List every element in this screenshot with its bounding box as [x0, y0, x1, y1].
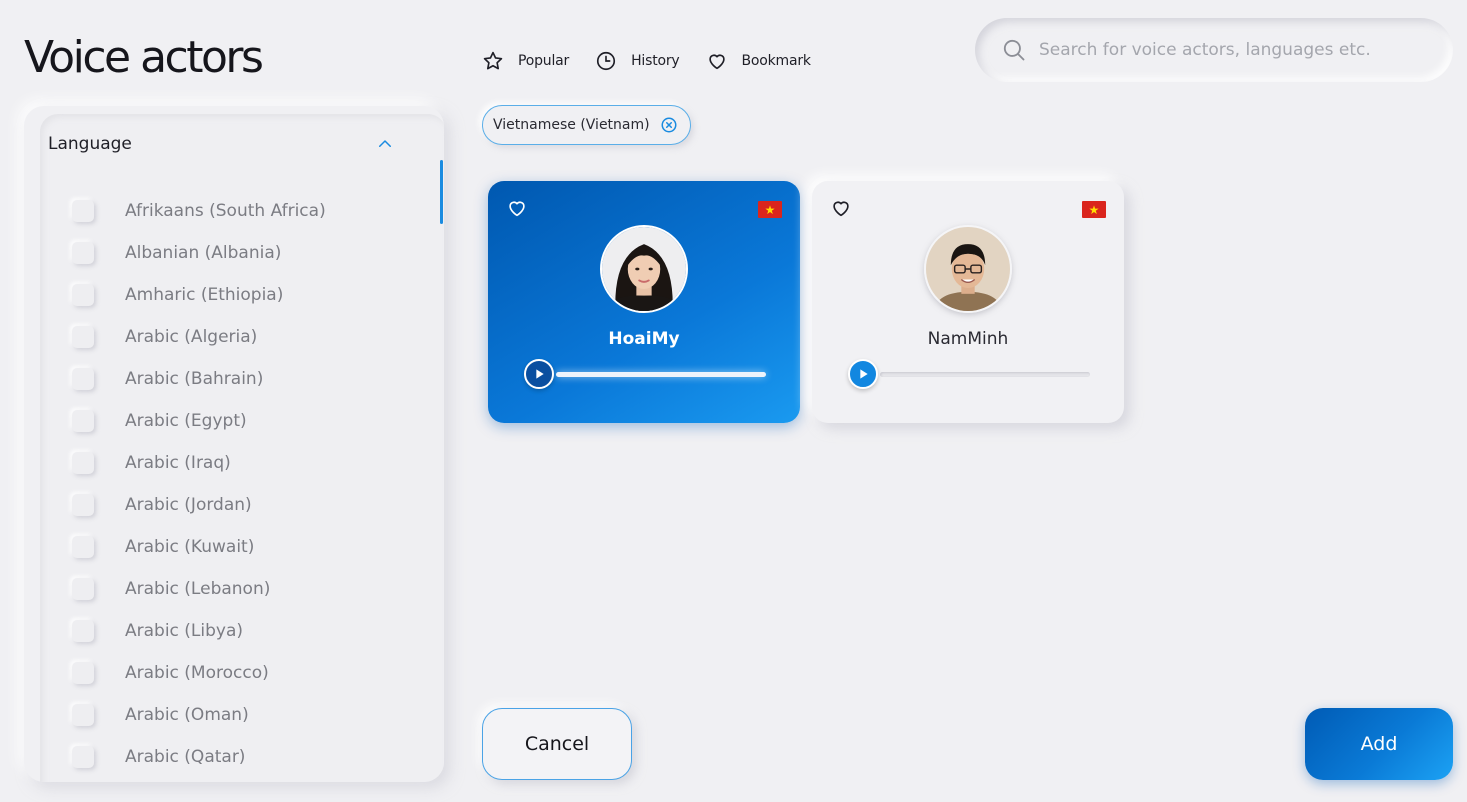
chevron-up-icon[interactable] — [376, 135, 394, 153]
actor-card-hoaimy[interactable]: ★ HoaiMy — [488, 181, 800, 423]
play-button[interactable] — [848, 359, 878, 389]
search-box[interactable] — [975, 18, 1453, 82]
language-checkbox[interactable] — [72, 746, 94, 768]
language-option[interactable]: Arabic (Oman) — [72, 694, 326, 736]
language-option[interactable]: Arabic (Kuwait) — [72, 526, 326, 568]
language-checkbox[interactable] — [72, 368, 94, 390]
language-section-title: Language — [48, 134, 132, 154]
actor-name: HoaiMy — [608, 329, 680, 349]
language-option[interactable]: Arabic (Jordan) — [72, 484, 326, 526]
language-label: Arabic (Qatar) — [125, 747, 246, 767]
audio-player — [848, 359, 1090, 389]
language-option[interactable]: Arabic (Iraq) — [72, 442, 326, 484]
audio-progress-track[interactable] — [556, 371, 766, 377]
language-label: Arabic (Bahrain) — [125, 369, 264, 389]
add-button[interactable]: Add — [1305, 708, 1453, 780]
language-label: Arabic (Morocco) — [125, 663, 269, 683]
audio-player — [524, 359, 766, 389]
language-option[interactable]: Arabic (Algeria) — [72, 316, 326, 358]
language-checkbox[interactable] — [72, 536, 94, 558]
filter-chip-label: Vietnamese (Vietnam) — [493, 117, 650, 133]
language-label: Arabic (Oman) — [125, 705, 249, 725]
language-checkbox[interactable] — [72, 326, 94, 348]
language-option[interactable]: Afrikaans (South Africa) — [72, 190, 326, 232]
language-checkbox[interactable] — [72, 284, 94, 306]
heart-icon — [708, 54, 725, 70]
language-label: Arabic (Egypt) — [125, 411, 247, 431]
top-tabs: Popular History Bookmark — [482, 50, 837, 72]
tab-history[interactable]: History — [595, 50, 680, 72]
audio-progress-track[interactable] — [880, 371, 1090, 377]
tab-history-label: History — [631, 53, 680, 69]
language-checkbox[interactable] — [72, 662, 94, 684]
bookmark-heart-icon[interactable] — [506, 197, 528, 219]
language-option[interactable]: Arabic (Lebanon) — [72, 568, 326, 610]
language-label: Arabic (Lebanon) — [125, 579, 271, 599]
vietnam-flag-icon: ★ — [758, 201, 782, 218]
clock-icon — [597, 51, 616, 71]
tab-bookmark[interactable]: Bookmark — [706, 50, 811, 72]
actor-card-namminh[interactable]: ★ NamMinh — [812, 181, 1124, 423]
search-icon — [1003, 39, 1025, 61]
avatar — [924, 225, 1012, 313]
tab-popular-label: Popular — [518, 53, 570, 69]
language-checkbox[interactable] — [72, 494, 94, 516]
avatar — [600, 225, 688, 313]
language-label: Afrikaans (South Africa) — [125, 201, 326, 221]
language-label: Arabic (Iraq) — [125, 453, 231, 473]
sidebar-scrollbar[interactable] — [440, 160, 443, 224]
language-option[interactable]: Amharic (Ethiopia) — [72, 274, 326, 316]
language-checkbox[interactable] — [72, 452, 94, 474]
language-label: Arabic (Libya) — [125, 621, 244, 641]
play-icon — [536, 369, 544, 379]
language-label: Amharic (Ethiopia) — [125, 285, 284, 305]
play-button[interactable] — [524, 359, 554, 389]
language-checkbox[interactable] — [72, 410, 94, 432]
remove-filter-icon[interactable] — [660, 116, 678, 134]
play-icon — [860, 369, 868, 379]
tab-bookmark-label: Bookmark — [741, 53, 812, 69]
language-checkbox[interactable] — [72, 200, 94, 222]
language-list: Afrikaans (South Africa) Albanian (Alban… — [72, 190, 326, 778]
language-option[interactable]: Arabic (Qatar) — [72, 736, 326, 778]
actor-name: NamMinh — [927, 329, 1009, 349]
language-checkbox[interactable] — [72, 704, 94, 726]
bookmark-heart-icon[interactable] — [830, 197, 852, 219]
language-option[interactable]: Arabic (Egypt) — [72, 400, 326, 442]
language-section-header[interactable]: Language — [48, 134, 394, 154]
language-label: Arabic (Jordan) — [125, 495, 252, 515]
language-label: Arabic (Algeria) — [125, 327, 258, 347]
language-label: Arabic (Kuwait) — [125, 537, 255, 557]
language-option[interactable]: Arabic (Libya) — [72, 610, 326, 652]
star-icon — [483, 51, 503, 70]
filter-chip: Vietnamese (Vietnam) — [482, 105, 691, 145]
cancel-button[interactable]: Cancel — [482, 708, 632, 780]
language-option[interactable]: Albanian (Albania) — [72, 232, 326, 274]
vietnam-flag-icon: ★ — [1082, 201, 1106, 218]
language-label: Albanian (Albania) — [125, 243, 282, 263]
language-option[interactable]: Arabic (Morocco) — [72, 652, 326, 694]
language-checkbox[interactable] — [72, 578, 94, 600]
language-checkbox[interactable] — [72, 620, 94, 642]
tab-popular[interactable]: Popular — [482, 50, 569, 72]
page-title: Voice actors — [24, 32, 264, 83]
language-checkbox[interactable] — [72, 242, 94, 264]
language-option[interactable]: Arabic (Bahrain) — [72, 358, 326, 400]
search-input[interactable] — [1039, 40, 1439, 60]
